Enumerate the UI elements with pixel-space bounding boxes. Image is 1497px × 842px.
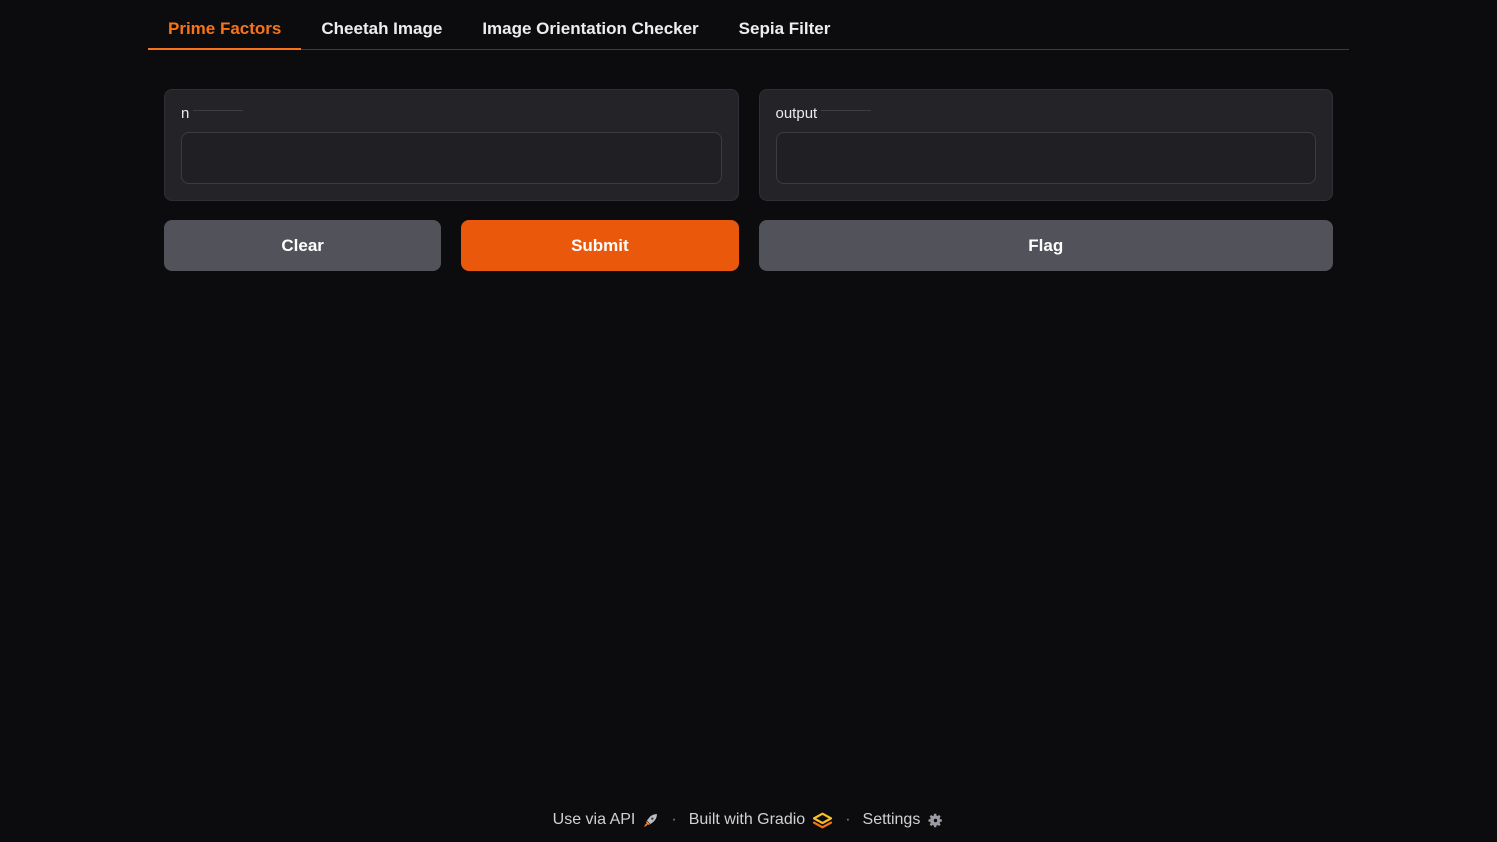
main-content: n Clear Submit output Flag bbox=[148, 89, 1349, 271]
n-input[interactable] bbox=[181, 132, 722, 184]
output-column: output Flag bbox=[759, 89, 1334, 271]
use-via-api-link[interactable]: Use via API bbox=[553, 811, 636, 829]
gradio-logo-icon bbox=[812, 812, 833, 829]
output-panel: output bbox=[759, 89, 1334, 201]
tab-prime-factors[interactable]: Prime Factors bbox=[148, 9, 301, 50]
submit-button[interactable]: Submit bbox=[461, 220, 738, 271]
use-via-api-link-group: Use via API bbox=[553, 811, 660, 829]
clear-button[interactable]: Clear bbox=[164, 220, 441, 271]
action-button-row: Clear Submit bbox=[164, 220, 739, 271]
tab-sepia-filter[interactable]: Sepia Filter bbox=[719, 9, 851, 50]
built-with-gradio-link-group: Built with Gradio bbox=[689, 811, 834, 829]
built-with-gradio-link[interactable]: Built with Gradio bbox=[689, 811, 806, 829]
output-field[interactable] bbox=[776, 132, 1317, 184]
tab-image-orientation-checker[interactable]: Image Orientation Checker bbox=[462, 9, 718, 50]
settings-link[interactable]: Settings bbox=[863, 811, 921, 829]
tab-cheetah-image[interactable]: Cheetah Image bbox=[301, 9, 462, 50]
input-label-row: n bbox=[181, 104, 722, 124]
rocket-icon bbox=[642, 812, 659, 829]
footer-separator: · bbox=[668, 811, 679, 829]
input-column: n Clear Submit bbox=[164, 89, 739, 271]
input-label: n bbox=[181, 104, 189, 124]
app-container: Prime Factors Cheetah Image Image Orient… bbox=[148, 0, 1349, 842]
label-decoration-line bbox=[821, 110, 871, 111]
settings-link-group: Settings bbox=[863, 811, 945, 829]
tab-bar: Prime Factors Cheetah Image Image Orient… bbox=[148, 9, 1349, 50]
label-decoration-line bbox=[193, 110, 243, 111]
footer: Use via API · Built with Gradio · bbox=[148, 811, 1349, 842]
output-label: output bbox=[776, 104, 818, 124]
footer-separator: · bbox=[842, 811, 853, 829]
flag-button-row: Flag bbox=[759, 220, 1334, 271]
input-panel: n bbox=[164, 89, 739, 201]
gear-icon bbox=[927, 812, 944, 829]
flag-button[interactable]: Flag bbox=[759, 220, 1334, 271]
output-label-row: output bbox=[776, 104, 1317, 124]
